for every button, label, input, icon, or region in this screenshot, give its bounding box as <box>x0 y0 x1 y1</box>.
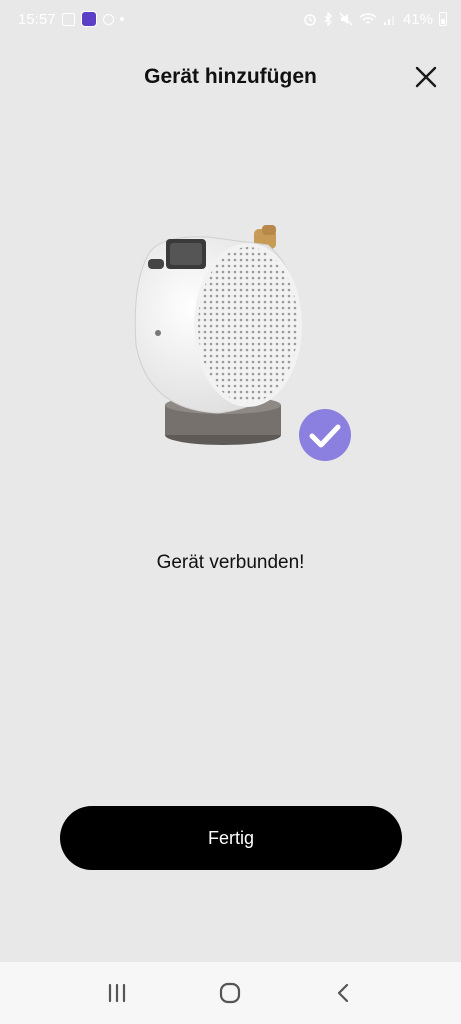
image-icon <box>61 12 75 26</box>
battery-icon <box>439 12 447 26</box>
recent-apps-icon <box>108 983 125 1003</box>
wifi-icon <box>359 13 377 24</box>
dot-icon <box>119 17 124 21</box>
bluetooth-icon <box>324 12 332 26</box>
alarm-icon <box>304 14 316 26</box>
back-icon <box>338 983 349 1003</box>
notification-icon <box>102 13 114 25</box>
app-icon <box>80 11 97 27</box>
done-button[interactable]: Fertig <box>60 806 402 870</box>
status-right: 41% <box>303 11 447 28</box>
close-icon <box>415 66 437 88</box>
signal-icon <box>383 16 394 25</box>
back-button[interactable] <box>324 973 364 1013</box>
home-button[interactable] <box>210 973 250 1013</box>
page-title: Gerät hinzufügen <box>144 65 317 88</box>
mute-icon <box>339 12 353 26</box>
screen: 15:57 41% Gerät hinzufügen Gerät verbund… <box>0 0 461 1024</box>
header: Gerät hinzufügen <box>0 56 461 100</box>
battery-percent: 41% <box>402 10 433 28</box>
status-time: 15:57 <box>18 10 56 28</box>
checkmark-icon <box>299 409 351 461</box>
recent-apps-button[interactable] <box>97 973 137 1013</box>
device-illustration <box>118 215 358 465</box>
home-icon <box>220 982 241 1004</box>
close-button[interactable] <box>413 64 439 90</box>
navigation-bar <box>0 962 461 1024</box>
status-bar: 15:57 41% <box>0 0 461 38</box>
status-left: 15:57 <box>18 11 124 28</box>
status-message: Gerät verbunden! <box>156 552 305 573</box>
